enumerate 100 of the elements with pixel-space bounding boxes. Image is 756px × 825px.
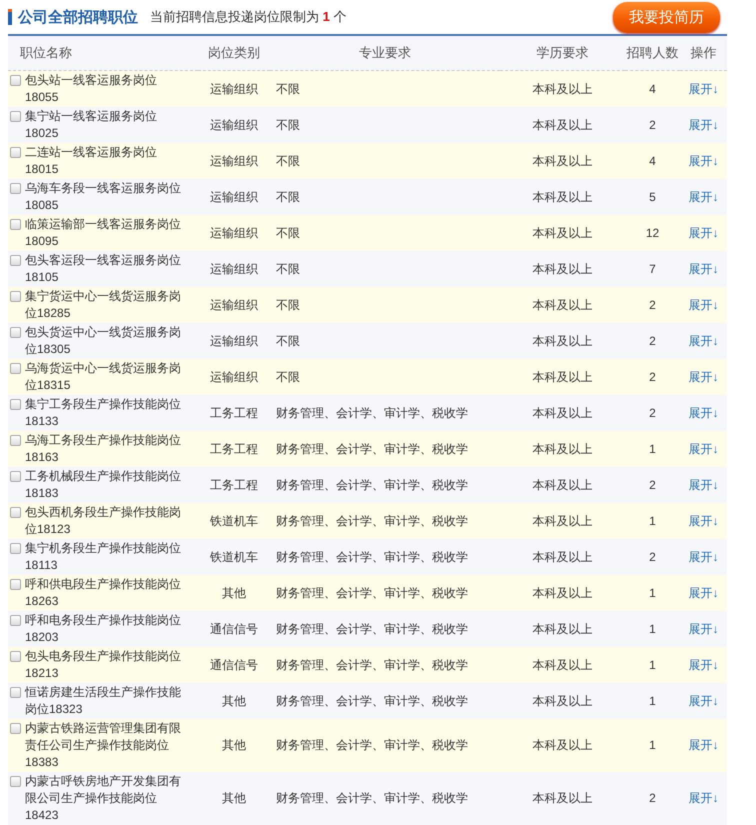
education-cell: 本科及以上 — [532, 738, 592, 752]
expand-link[interactable]: 展开↓ — [688, 586, 718, 600]
position-name: 包头站一线客运服务岗位18055 — [25, 72, 158, 106]
expand-link[interactable]: 展开↓ — [688, 82, 718, 96]
headcount-cell: 1 — [649, 442, 656, 456]
expand-link[interactable]: 展开↓ — [688, 622, 718, 636]
education-cell: 本科及以上 — [532, 442, 592, 456]
row-checkbox[interactable] — [10, 776, 21, 787]
headcount-cell: 2 — [649, 550, 656, 564]
row-checkbox[interactable] — [10, 687, 21, 698]
education-cell: 本科及以上 — [532, 514, 592, 528]
education-cell: 本科及以上 — [532, 226, 592, 240]
education-cell: 本科及以上 — [532, 154, 592, 168]
row-checkbox[interactable] — [10, 615, 21, 626]
position-name: 包头货运中心一线货运服务岗位18305 — [25, 324, 182, 358]
row-checkbox[interactable] — [10, 507, 21, 518]
expand-link[interactable]: 展开↓ — [688, 406, 718, 420]
headcount-cell: 4 — [649, 154, 656, 168]
major-cell: 不限 — [276, 298, 300, 312]
major-cell: 财务管理、会计学、审计学、税收学 — [276, 478, 468, 492]
row-checkbox[interactable] — [10, 75, 21, 86]
position-name: 恒诺房建生活段生产操作技能岗位18323 — [25, 684, 182, 718]
limit-notice: 当前招聘信息投递岗位限制为 1 个 — [150, 8, 346, 26]
education-cell: 本科及以上 — [532, 550, 592, 564]
major-cell: 财务管理、会计学、审计学、税收学 — [276, 738, 468, 752]
expand-link[interactable]: 展开↓ — [688, 694, 718, 708]
column-header: 学历要求 — [500, 35, 625, 70]
row-checkbox[interactable] — [10, 363, 21, 374]
category-cell: 运输组织 — [210, 190, 258, 204]
row-checkbox[interactable] — [10, 651, 21, 662]
headcount-cell: 2 — [649, 406, 656, 420]
column-header: 职位名称 — [8, 35, 198, 70]
expand-link[interactable]: 展开↓ — [688, 154, 718, 168]
category-cell: 运输组织 — [210, 226, 258, 240]
row-checkbox[interactable] — [10, 579, 21, 590]
category-cell: 运输组织 — [210, 118, 258, 132]
headcount-cell: 12 — [646, 226, 660, 240]
expand-link[interactable]: 展开↓ — [688, 738, 718, 752]
headcount-cell: 1 — [649, 694, 656, 708]
major-cell: 财务管理、会计学、审计学、税收学 — [276, 658, 468, 672]
expand-link[interactable]: 展开↓ — [688, 550, 718, 564]
major-cell: 不限 — [276, 226, 300, 240]
row-checkbox[interactable] — [10, 183, 21, 194]
category-cell: 工务工程 — [210, 478, 258, 492]
education-cell: 本科及以上 — [532, 82, 592, 96]
expand-link[interactable]: 展开↓ — [688, 118, 718, 132]
row-checkbox[interactable] — [10, 399, 21, 410]
row-checkbox[interactable] — [10, 219, 21, 230]
row-checkbox[interactable] — [10, 327, 21, 338]
expand-link[interactable]: 展开↓ — [688, 442, 718, 456]
expand-link[interactable]: 展开↓ — [688, 514, 718, 528]
position-name: 二连站一线客运服务岗位18015 — [25, 144, 158, 178]
headcount-cell: 2 — [649, 370, 656, 384]
headcount-cell: 2 — [649, 478, 656, 492]
row-checkbox[interactable] — [10, 471, 21, 482]
expand-link[interactable]: 展开↓ — [688, 370, 718, 384]
major-cell: 财务管理、会计学、审计学、税收学 — [276, 622, 468, 636]
headcount-cell: 5 — [649, 190, 656, 204]
major-cell: 不限 — [276, 262, 300, 276]
major-cell: 不限 — [276, 370, 300, 384]
major-cell: 不限 — [276, 334, 300, 348]
category-cell: 运输组织 — [210, 154, 258, 168]
column-header: 专业要求 — [270, 35, 500, 70]
row-checkbox[interactable] — [10, 291, 21, 302]
education-cell: 本科及以上 — [532, 586, 592, 600]
expand-link[interactable]: 展开↓ — [688, 262, 718, 276]
education-cell: 本科及以上 — [532, 478, 592, 492]
row-checkbox[interactable] — [10, 147, 21, 158]
major-cell: 财务管理、会计学、审计学、税收学 — [276, 550, 468, 564]
headcount-cell: 4 — [649, 82, 656, 96]
education-cell: 本科及以上 — [532, 118, 592, 132]
headcount-cell: 2 — [649, 334, 656, 348]
category-cell: 其他 — [222, 694, 246, 708]
education-cell: 本科及以上 — [532, 262, 592, 276]
row-checkbox[interactable] — [10, 723, 21, 734]
row-checkbox[interactable] — [10, 111, 21, 122]
expand-link[interactable]: 展开↓ — [688, 478, 718, 492]
expand-link[interactable]: 展开↓ — [688, 334, 718, 348]
category-cell: 铁道机车 — [210, 514, 258, 528]
education-cell: 本科及以上 — [532, 406, 592, 420]
row-checkbox[interactable] — [10, 255, 21, 266]
major-cell: 财务管理、会计学、审计学、税收学 — [276, 791, 468, 805]
column-header: 操作 — [680, 35, 727, 70]
row-checkbox[interactable] — [10, 435, 21, 446]
apply-resume-button[interactable]: 我要投简历 — [613, 2, 720, 32]
headcount-cell: 2 — [649, 298, 656, 312]
expand-link[interactable]: 展开↓ — [688, 298, 718, 312]
position-name: 乌海货运中心一线货运服务岗位18315 — [25, 360, 182, 394]
expand-link[interactable]: 展开↓ — [688, 226, 718, 240]
expand-link[interactable]: 展开↓ — [688, 190, 718, 204]
education-cell: 本科及以上 — [532, 622, 592, 636]
category-cell: 通信信号 — [210, 658, 258, 672]
major-cell: 不限 — [276, 154, 300, 168]
education-cell: 本科及以上 — [532, 334, 592, 348]
expand-link[interactable]: 展开↓ — [688, 658, 718, 672]
education-cell: 本科及以上 — [532, 298, 592, 312]
row-checkbox[interactable] — [10, 543, 21, 554]
headcount-cell: 1 — [649, 514, 656, 528]
section-title: 公司全部招聘职位 — [18, 8, 138, 26]
expand-link[interactable]: 展开↓ — [688, 791, 718, 805]
